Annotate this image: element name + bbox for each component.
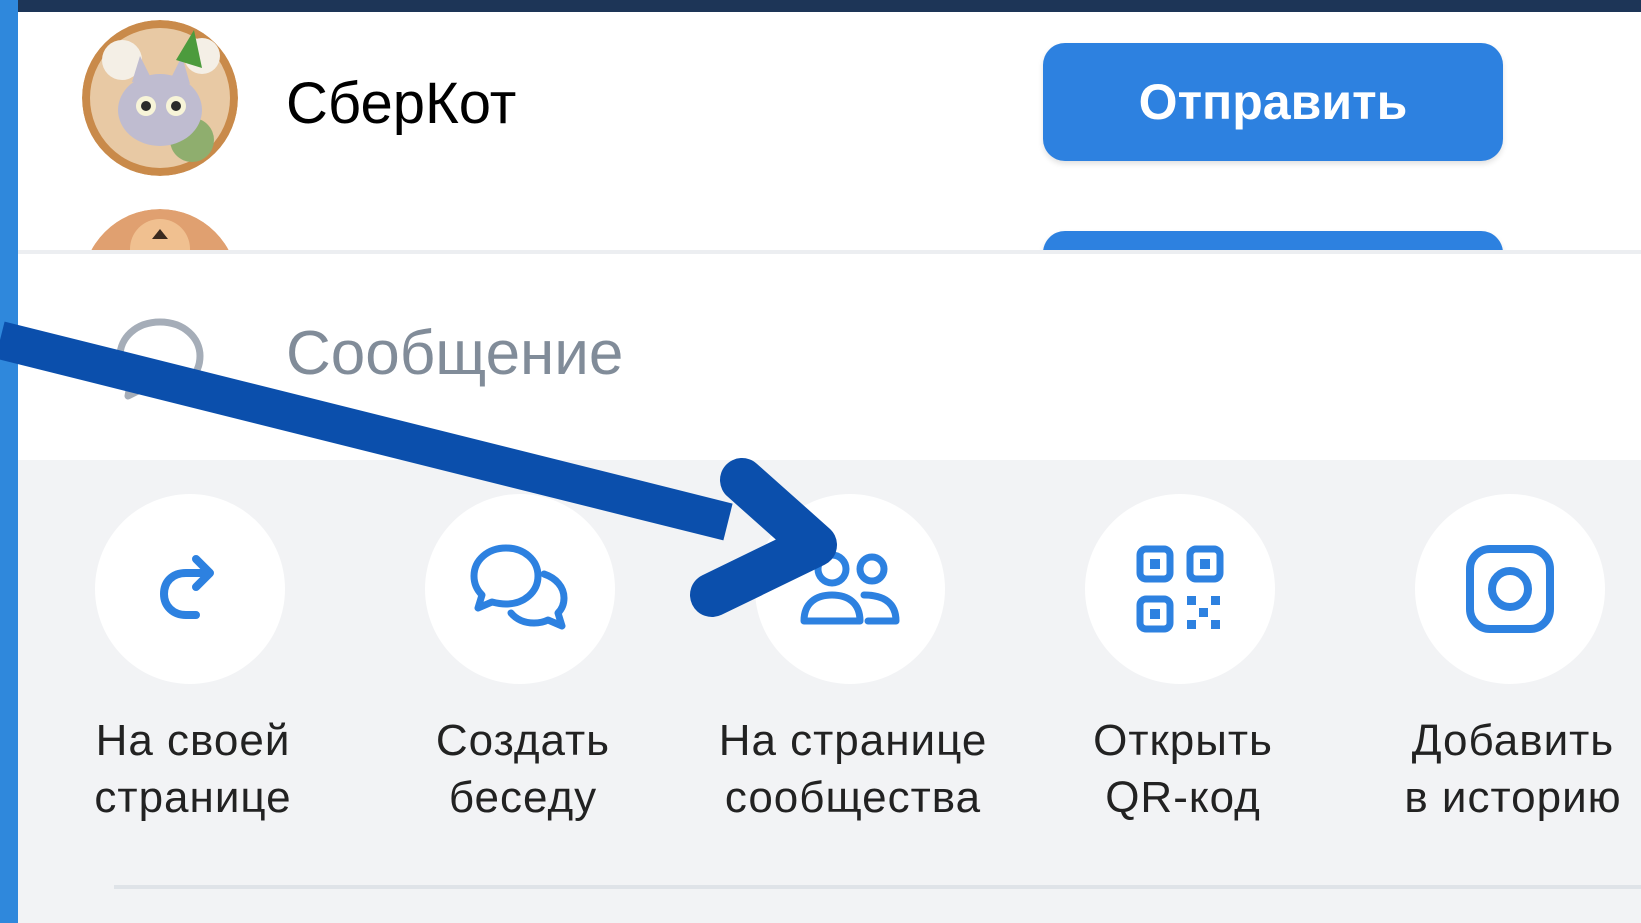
share-on-my-page[interactable]: На своей странице bbox=[33, 494, 353, 854]
share-on-community-page[interactable]: На странице сообщества bbox=[693, 494, 1013, 854]
message-input[interactable]: Сообщение bbox=[286, 318, 1486, 398]
instagram-story-icon bbox=[1466, 545, 1554, 633]
divider bbox=[114, 885, 1641, 889]
chats-icon bbox=[470, 544, 568, 630]
contact-row bbox=[18, 187, 1641, 250]
open-qr-code[interactable]: Открыть QR-код bbox=[1023, 494, 1343, 854]
share-option-label: Создать беседу bbox=[435, 716, 611, 822]
avatar bbox=[82, 209, 238, 250]
message-composer: Сообщение bbox=[18, 254, 1641, 460]
qr-code-icon bbox=[1136, 545, 1224, 633]
share-sheet: СберКот Отправить Сообщение На своей стр… bbox=[18, 12, 1641, 923]
share-option-circle[interactable] bbox=[95, 494, 285, 684]
share-option-circle[interactable] bbox=[1415, 494, 1605, 684]
repost-icon bbox=[159, 555, 214, 619]
share-option-label: На странице сообщества bbox=[718, 716, 988, 822]
create-chat[interactable]: Создать беседу bbox=[363, 494, 683, 854]
share-option-label: На своей странице bbox=[94, 716, 292, 822]
share-option-label: Открыть QR-код bbox=[1093, 716, 1273, 822]
message-bubble-icon bbox=[114, 316, 206, 402]
share-options-panel: На своей странице Создать беседу На стра… bbox=[18, 460, 1641, 923]
avatar bbox=[82, 20, 238, 176]
share-option-circle[interactable] bbox=[425, 494, 615, 684]
share-option-circle[interactable] bbox=[1085, 494, 1275, 684]
share-option-circle[interactable] bbox=[755, 494, 945, 684]
contact-row: СберКот Отправить bbox=[18, 12, 1641, 187]
send-button[interactable]: Отправить bbox=[1043, 43, 1503, 161]
contact-name: СберКот bbox=[286, 71, 517, 136]
send-button[interactable] bbox=[1043, 231, 1503, 250]
outer-frame-top bbox=[0, 0, 1641, 12]
share-option-label: Добавить в историю bbox=[1404, 716, 1622, 822]
add-to-story[interactable]: Добавить в историю bbox=[1353, 494, 1641, 854]
outer-frame-left bbox=[0, 0, 18, 923]
users-icon bbox=[800, 551, 900, 625]
